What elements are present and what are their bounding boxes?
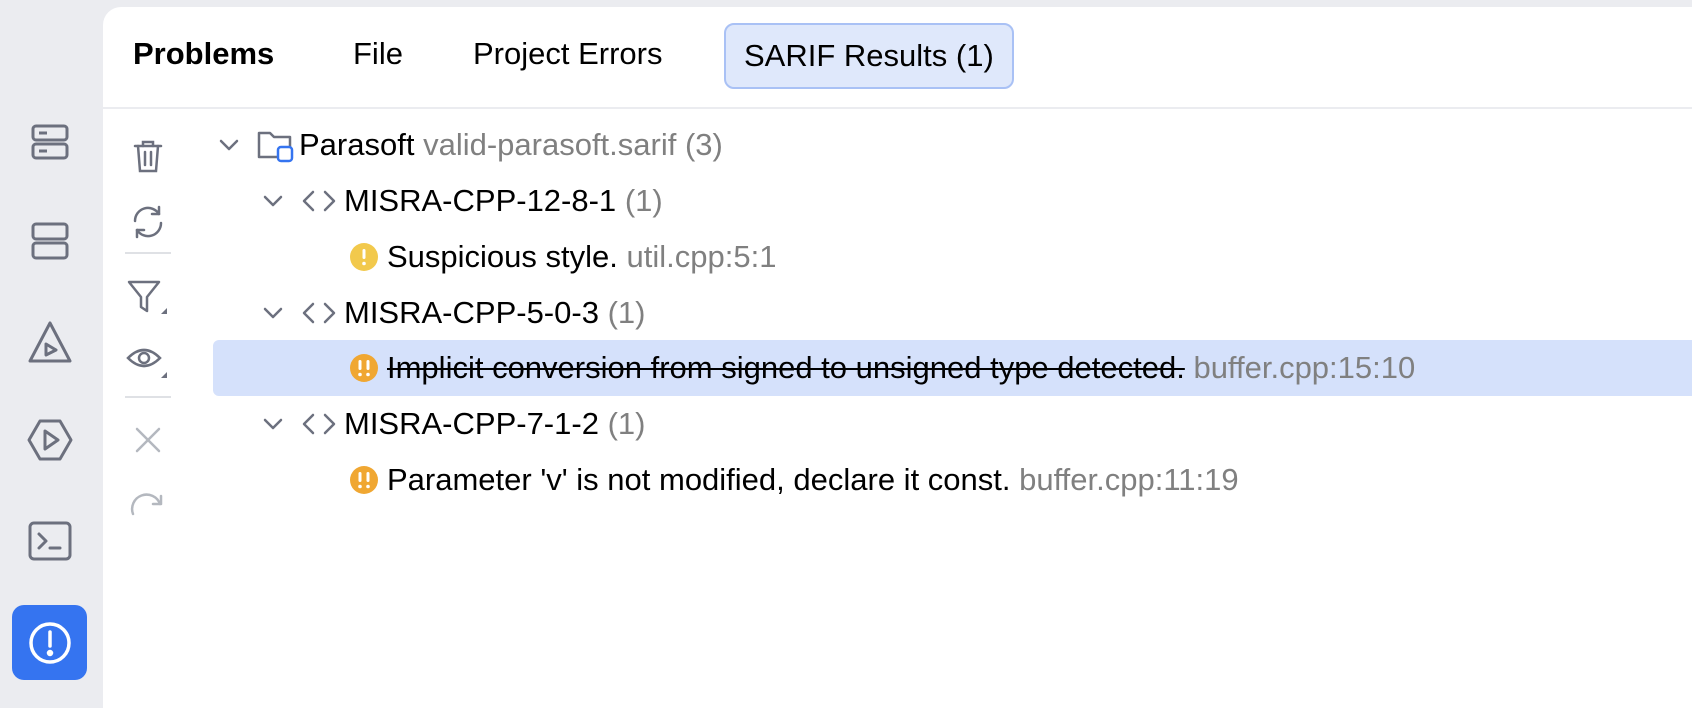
chevron-down-icon[interactable] (261, 301, 285, 325)
view-options-icon[interactable] (125, 337, 171, 383)
tree-root-file: valid-parasoft.sarif (423, 127, 677, 162)
terminal-icon[interactable] (12, 503, 87, 578)
problem-message: Suspicious style. (387, 239, 618, 274)
folder-icon (257, 127, 295, 163)
chevron-down-icon[interactable] (261, 189, 285, 213)
rule-row[interactable]: MISRA-CPP-7-1-2 (1) (213, 396, 1692, 452)
tree-root-name: Parasoft (299, 127, 415, 162)
problems-tree[interactable]: Parasoft valid-parasoft.sarif (3) MISRA-… (213, 109, 1692, 708)
code-rule-icon (301, 412, 337, 436)
tree-root-count: (3) (684, 127, 723, 162)
problem-row-selected[interactable]: Implicit conversion from signed to unsig… (213, 340, 1692, 396)
problems-icon[interactable] (12, 605, 87, 680)
problem-location[interactable]: util.cpp:5:1 (627, 239, 777, 274)
rule-id: MISRA-CPP-7-1-2 (344, 406, 599, 441)
redo-icon[interactable] (125, 482, 171, 528)
chevron-down-icon[interactable] (261, 412, 285, 436)
rule-id: MISRA-CPP-5-0-3 (344, 295, 599, 330)
problem-location[interactable]: buffer.cpp:11:19 (1019, 462, 1238, 497)
rule-count: (1) (624, 183, 663, 218)
problem-message: Parameter 'v' is not modified, declare i… (387, 462, 1011, 497)
tab-project-errors[interactable]: Project Errors (473, 37, 662, 71)
problem-row[interactable]: Parameter 'v' is not modified, declare i… (213, 452, 1692, 508)
problems-tool-window: Problems File Project Errors SARIF Resul… (103, 7, 1692, 708)
rule-row[interactable]: MISRA-CPP-5-0-3 (1) (213, 285, 1692, 341)
problem-row[interactable]: Suspicious style. util.cpp:5:1 (213, 229, 1692, 285)
rule-count: (1) (607, 295, 646, 330)
layers-icon[interactable] (12, 203, 87, 278)
run-icon[interactable] (12, 402, 87, 477)
close-icon[interactable] (125, 417, 171, 463)
warning-icon (349, 465, 379, 495)
structure-icon[interactable] (12, 104, 87, 179)
tab-file[interactable]: File (353, 37, 403, 71)
problem-location[interactable]: buffer.cpp:15:10 (1193, 350, 1415, 385)
tool-window-stripe (0, 0, 103, 708)
refresh-icon[interactable] (125, 199, 171, 245)
code-rule-icon (301, 301, 337, 325)
vcs-icon[interactable] (12, 305, 87, 380)
rule-id: MISRA-CPP-12-8-1 (344, 183, 617, 218)
problems-toolbar (103, 109, 203, 708)
rule-count: (1) (607, 406, 646, 441)
rule-row[interactable]: MISRA-CPP-12-8-1 (1) (213, 173, 1692, 229)
tab-sarif-results[interactable]: SARIF Results (1) (724, 23, 1014, 89)
weak-warning-icon (349, 242, 379, 272)
problem-message: Implicit conversion from signed to unsig… (387, 350, 1185, 385)
tree-root-row[interactable]: Parasoft valid-parasoft.sarif (3) (213, 117, 1692, 173)
chevron-down-icon[interactable] (217, 133, 241, 157)
tab-bar: Problems File Project Errors SARIF Resul… (103, 7, 1692, 109)
warning-icon (349, 353, 379, 383)
tool-window-title: Problems (133, 36, 275, 71)
code-rule-icon (301, 189, 337, 213)
filter-icon[interactable] (125, 275, 171, 321)
delete-icon[interactable] (125, 133, 171, 179)
